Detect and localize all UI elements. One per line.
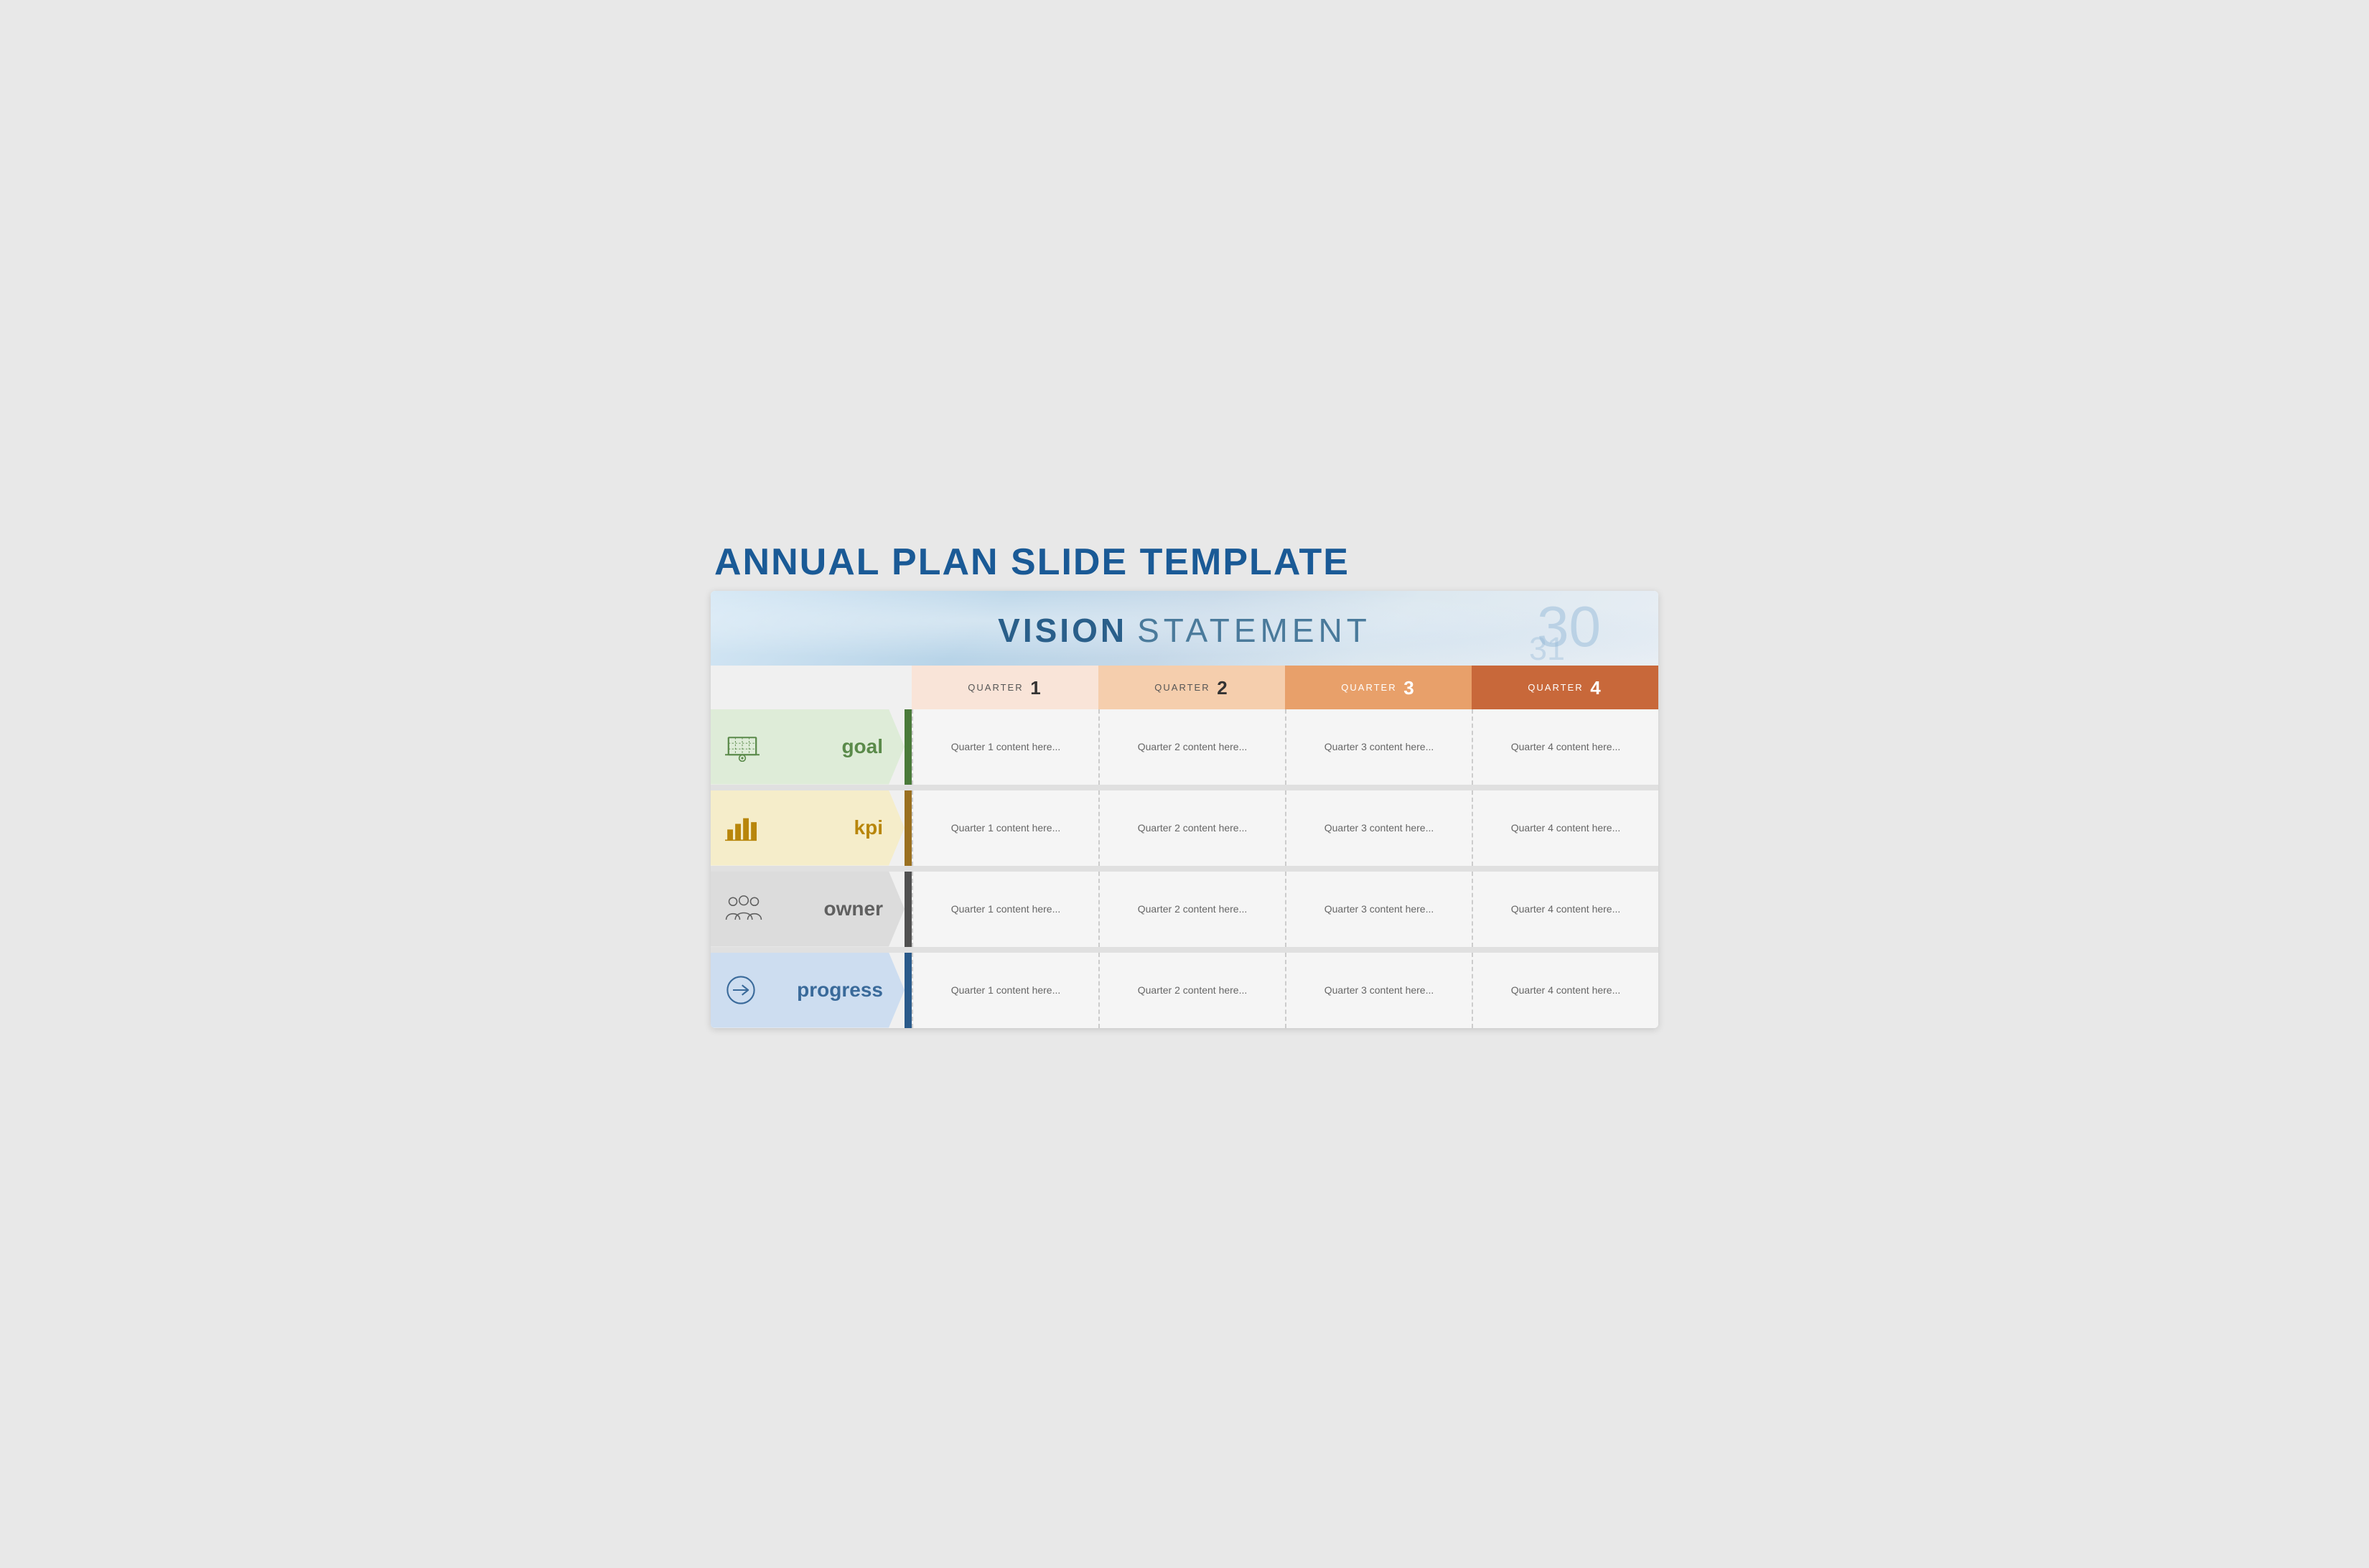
goal-q1-cell: Quarter 1 content here... [912, 709, 1098, 785]
owner-q4-cell: Quarter 4 content here... [1472, 872, 1658, 947]
quarter-header-2: QUARTER 2 [1098, 666, 1285, 709]
vision-light: STATEMENT [1137, 611, 1371, 650]
owner-q1-content: Quarter 1 content here... [937, 889, 1075, 930]
divider-2 [711, 866, 1658, 872]
owner-q2-cell: Quarter 2 content here... [1098, 872, 1285, 947]
vision-title: VISION STATEMENT [998, 611, 1371, 650]
kpi-q1-content: Quarter 1 content here... [937, 808, 1075, 849]
kpi-q4-content: Quarter 4 content here... [1497, 808, 1635, 849]
quarter-header-4: QUARTER 4 [1472, 666, 1658, 709]
owner-arrow: owner [711, 872, 905, 947]
header-spacer [711, 666, 912, 709]
owner-q3-content: Quarter 3 content here... [1310, 889, 1449, 930]
progress-arrow-wrapper: progress [711, 953, 905, 1028]
quarter-label-3: QUARTER [1341, 681, 1396, 692]
owner-arrow-wrapper: owner [711, 872, 905, 947]
quarter-number-1: 1 [1030, 677, 1042, 699]
owner-q1-cell: Quarter 1 content here... [912, 872, 1098, 947]
kpi-label-cell: kpi [711, 790, 912, 866]
progress-q3-content: Quarter 3 content here... [1310, 970, 1449, 1011]
progress-q3-cell: Quarter 3 content here... [1285, 953, 1472, 1028]
progress-bar [905, 953, 912, 1028]
owner-bar [905, 872, 912, 947]
quarter-label-4: QUARTER [1528, 681, 1583, 692]
kpi-icon [725, 813, 757, 843]
kpi-bar [905, 790, 912, 866]
page-wrapper: ANNUAL PLAN SLIDE TEMPLATE 30 31 VISION … [711, 541, 1658, 1028]
goal-q4-cell: Quarter 4 content here... [1472, 709, 1658, 785]
goal-label: goal [768, 735, 905, 758]
progress-icon [725, 974, 757, 1006]
quarter-label-1: QUARTER [968, 681, 1023, 692]
owner-q4-content: Quarter 4 content here... [1497, 889, 1635, 930]
quarter-header-1: QUARTER 1 [912, 666, 1098, 709]
goal-q2-content: Quarter 2 content here... [1123, 727, 1262, 767]
kpi-arrow-wrapper: kpi [711, 790, 905, 866]
owner-q3-cell: Quarter 3 content here... [1285, 872, 1472, 947]
progress-q4-content: Quarter 4 content here... [1497, 970, 1635, 1011]
owner-label: owner [771, 897, 905, 920]
progress-label-cell: progress [711, 953, 912, 1028]
goal-q3-content: Quarter 3 content here... [1310, 727, 1449, 767]
quarter-number-4: 4 [1590, 677, 1602, 699]
vision-bold: VISION [998, 611, 1127, 650]
quarter-number-3: 3 [1403, 677, 1415, 699]
kpi-q2-cell: Quarter 2 content here... [1098, 790, 1285, 866]
progress-q1-cell: Quarter 1 content here... [912, 953, 1098, 1028]
vision-header: 30 31 VISION STATEMENT [711, 591, 1658, 666]
quarter-number-2: 2 [1217, 677, 1228, 699]
goal-bar [905, 709, 912, 785]
goal-q2-cell: Quarter 2 content here... [1098, 709, 1285, 785]
owner-icon [725, 894, 762, 924]
kpi-q4-cell: Quarter 4 content here... [1472, 790, 1658, 866]
kpi-q3-content: Quarter 3 content here... [1310, 808, 1449, 849]
goal-arrow: goal [711, 709, 905, 785]
owner-label-cell: owner [711, 872, 912, 947]
kpi-arrow: kpi [711, 790, 905, 866]
progress-q4-cell: Quarter 4 content here... [1472, 953, 1658, 1028]
main-title: ANNUAL PLAN SLIDE TEMPLATE [711, 541, 1658, 584]
progress-q1-content: Quarter 1 content here... [937, 970, 1075, 1011]
owner-q2-content: Quarter 2 content here... [1123, 889, 1262, 930]
goal-q3-cell: Quarter 3 content here... [1285, 709, 1472, 785]
goal-arrow-wrapper: goal [711, 709, 905, 785]
slide-container: 30 31 VISION STATEMENT QUARTER 1 QUARTER… [711, 591, 1658, 1028]
divider-3 [711, 947, 1658, 953]
goal-q1-content: Quarter 1 content here... [937, 727, 1075, 767]
kpi-q3-cell: Quarter 3 content here... [1285, 790, 1472, 866]
cal-decoration-2: 31 [1529, 630, 1565, 666]
quarter-label-2: QUARTER [1154, 681, 1210, 692]
kpi-q2-content: Quarter 2 content here... [1123, 808, 1262, 849]
main-grid: QUARTER 1 QUARTER 2 QUARTER 3 QUARTER 4 [711, 666, 1658, 1028]
quarter-header-3: QUARTER 3 [1285, 666, 1472, 709]
progress-arrow: progress [711, 953, 905, 1028]
progress-label: progress [765, 979, 905, 1002]
kpi-label: kpi [765, 816, 905, 839]
kpi-q1-cell: Quarter 1 content here... [912, 790, 1098, 866]
goal-q4-content: Quarter 4 content here... [1497, 727, 1635, 767]
progress-q2-cell: Quarter 2 content here... [1098, 953, 1285, 1028]
progress-q2-content: Quarter 2 content here... [1123, 970, 1262, 1011]
goal-label-cell: goal [711, 709, 912, 785]
goal-icon [725, 732, 760, 762]
divider-1 [711, 785, 1658, 790]
